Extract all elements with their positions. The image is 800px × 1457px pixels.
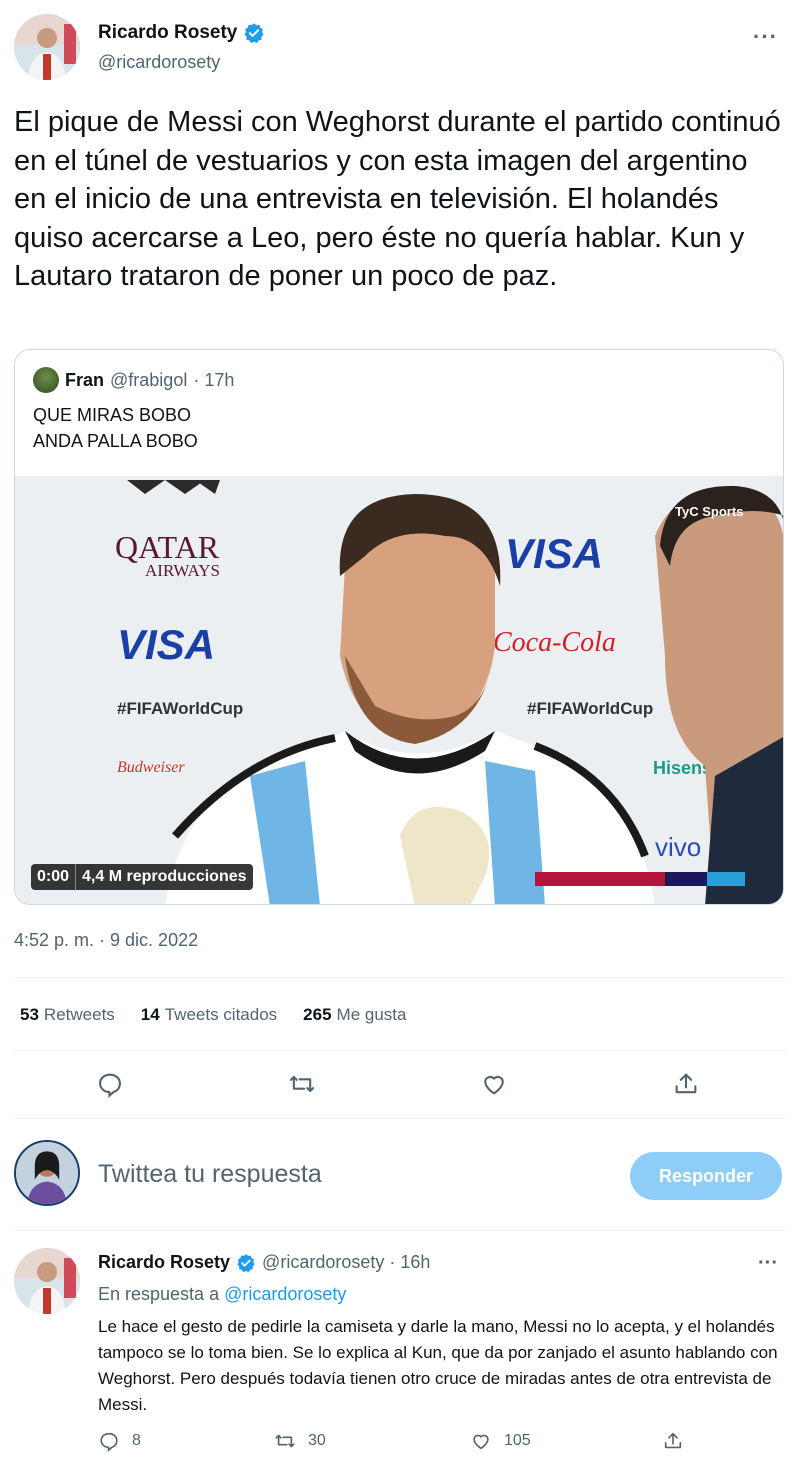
share-icon bbox=[664, 1432, 682, 1449]
share-action[interactable] bbox=[662, 1430, 684, 1452]
reply-action[interactable]: 8 bbox=[98, 1430, 141, 1452]
reply-author-handle[interactable]: @ricardorosety · 16h bbox=[262, 1252, 430, 1273]
reply-author-name[interactable]: Ricardo Rosety bbox=[98, 1252, 230, 1273]
likes-stat[interactable]: 265 Me gusta bbox=[303, 1005, 406, 1025]
media-hashtag-left: #FIFAWorldCup bbox=[117, 699, 243, 718]
tweet-text: El pique de Messi con Weghorst durante e… bbox=[14, 106, 781, 292]
verified-badge-icon bbox=[236, 1253, 256, 1273]
retweet-icon bbox=[275, 1434, 295, 1448]
divider bbox=[14, 1230, 786, 1231]
quoted-tweet[interactable]: Fran @frabigol · 17h QUE MIRAS BOBO ANDA… bbox=[14, 349, 784, 905]
author-name-row: Ricardo Rosety bbox=[98, 22, 265, 44]
author-handle[interactable]: @ricardorosety bbox=[98, 52, 220, 73]
quoted-tweet-header: Fran @frabigol · 17h bbox=[33, 367, 234, 393]
divider bbox=[14, 1118, 786, 1119]
author-avatar[interactable] bbox=[14, 14, 80, 80]
video-player[interactable]: QATAR AIRWAYS VISA #FIFAWorldCup Budweis… bbox=[15, 476, 783, 904]
reply-composer: Twittea tu respuesta Responder bbox=[14, 1140, 786, 1210]
media-budweiser-text: Budweiser bbox=[117, 759, 185, 776]
media-qatar-text: QATAR bbox=[115, 529, 220, 565]
quotes-stat[interactable]: 14 Tweets citados bbox=[141, 1005, 277, 1025]
like-count: 105 bbox=[504, 1432, 531, 1449]
replying-to-label: En respuesta a bbox=[98, 1284, 220, 1304]
divider bbox=[14, 1050, 786, 1051]
media-tyc-logo-text: TyC Sports bbox=[675, 504, 743, 519]
author-name[interactable]: Ricardo Rosety bbox=[98, 22, 237, 44]
like-action[interactable]: 105 bbox=[470, 1430, 531, 1452]
media-cocacola-text: Coca-Cola bbox=[493, 627, 616, 658]
tweet-timestamp[interactable]: 4:52 p. m. · 9 dic. 2022 bbox=[14, 930, 198, 951]
verified-badge-icon bbox=[243, 22, 265, 44]
video-info-badge: 0:00 4,4 M reproducciones bbox=[31, 864, 253, 890]
tweet-header: Ricardo Rosety @ricardorosety ··· bbox=[14, 14, 786, 84]
retweets-label: Retweets bbox=[43, 1005, 115, 1024]
retweets-count: 53 bbox=[20, 1005, 39, 1024]
more-options-icon[interactable]: ··· bbox=[753, 24, 778, 50]
quoted-tweet-time: · 17h bbox=[193, 369, 235, 390]
retweet-icon[interactable] bbox=[288, 1070, 316, 1098]
quoted-author-avatar[interactable] bbox=[33, 367, 59, 393]
share-icon[interactable] bbox=[672, 1070, 700, 1098]
reply-icon bbox=[100, 1432, 118, 1452]
replying-to-line: En respuesta a @ricardorosety bbox=[98, 1284, 346, 1305]
video-duration: 0:00 bbox=[37, 868, 70, 885]
retweets-stat[interactable]: 53 Retweets bbox=[20, 1005, 115, 1025]
reply-tweet-actions: 8 30 105 bbox=[98, 1430, 778, 1456]
like-icon[interactable] bbox=[480, 1070, 508, 1098]
media-visa-text-right: VISA bbox=[505, 530, 603, 577]
video-views: 4,4 M reproducciones bbox=[75, 864, 253, 890]
media-hashtag-right: #FIFAWorldCup bbox=[527, 699, 653, 718]
tweet-actions bbox=[14, 1064, 786, 1108]
retweet-count: 30 bbox=[308, 1432, 326, 1449]
tweet-stats: 53 Retweets 14 Tweets citados 265 Me gusta bbox=[20, 1005, 406, 1025]
reply-author-avatar[interactable] bbox=[14, 1248, 80, 1314]
likes-count: 265 bbox=[303, 1005, 332, 1024]
quotes-label: Tweets citados bbox=[164, 1005, 278, 1024]
media-vivo-text: vivo bbox=[655, 832, 701, 862]
quoted-tweet-text: QUE MIRAS BOBO ANDA PALLA BOBO bbox=[33, 405, 198, 451]
reply-count: 8 bbox=[132, 1432, 141, 1449]
retweet-action[interactable]: 30 bbox=[274, 1430, 326, 1452]
quoted-author-handle[interactable]: @frabigol bbox=[110, 370, 187, 391]
quoted-author-name[interactable]: Fran bbox=[65, 370, 104, 391]
media-airways-text: AIRWAYS bbox=[145, 561, 220, 580]
reply-author-row: Ricardo Rosety @ricardorosety · 16h bbox=[98, 1252, 430, 1273]
reply-tweet-text: Le hace el gesto de pedirle la camiseta … bbox=[98, 1317, 778, 1414]
divider bbox=[14, 977, 786, 978]
like-icon bbox=[473, 1434, 489, 1450]
reply-input[interactable]: Twittea tu respuesta bbox=[98, 1160, 322, 1189]
quotes-count: 14 bbox=[140, 1005, 160, 1024]
current-user-avatar[interactable] bbox=[14, 1140, 80, 1206]
media-visa-text-left: VISA bbox=[117, 621, 215, 668]
likes-label: Me gusta bbox=[336, 1005, 407, 1024]
more-options-icon[interactable]: ··· bbox=[758, 1252, 778, 1275]
replying-to-link[interactable]: @ricardorosety bbox=[224, 1284, 346, 1304]
thread-reply-tweet[interactable]: Ricardo Rosety @ricardorosety · 16h ··· … bbox=[14, 1248, 786, 1457]
video-frame: QATAR AIRWAYS VISA #FIFAWorldCup Budweis… bbox=[15, 476, 783, 904]
reply-icon[interactable] bbox=[96, 1070, 124, 1098]
reply-button[interactable]: Responder bbox=[630, 1152, 782, 1200]
